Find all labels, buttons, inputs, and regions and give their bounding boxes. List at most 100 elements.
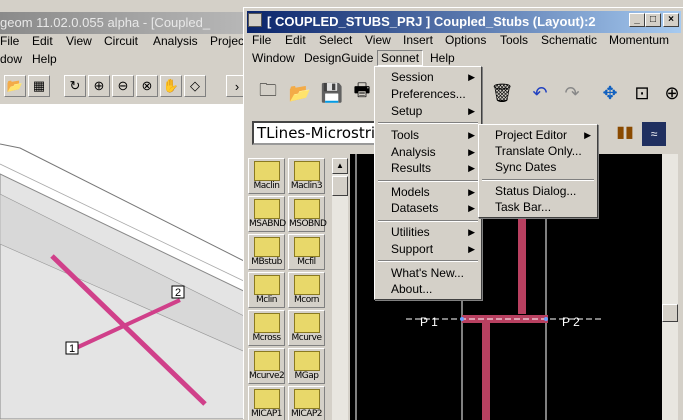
palette-mcorn[interactable]: Mcorn — [288, 272, 325, 308]
pan-hand-icon[interactable]: ✋ — [160, 75, 182, 97]
zoom-icon[interactable]: ⊕ — [657, 78, 683, 108]
curve2-icon — [253, 351, 280, 371]
palette-micap1[interactable]: MICAP1 — [248, 386, 285, 420]
menu-options[interactable]: Options — [442, 33, 489, 47]
submenu-item-sync-dates[interactable]: Sync Dates — [481, 159, 595, 176]
print-icon[interactable]: 🖶 — [347, 78, 377, 108]
menu-momentum[interactable]: Momentum — [606, 33, 672, 47]
menu-item-whats-new[interactable]: What's New... — [377, 265, 479, 282]
back-menu-project[interactable]: Projec — [210, 34, 244, 48]
palette-maclin[interactable]: Maclin — [248, 158, 285, 194]
submenu-arrow-icon: ▶ — [468, 163, 475, 173]
minimize-button[interactable]: _ — [629, 13, 645, 27]
menu-item-tools[interactable]: Tools ▶ — [377, 127, 479, 144]
palette-mbstub[interactable]: MBstub — [248, 234, 285, 270]
component-palette: Maclin Maclin3 MSABND MSOBND MBstub Mcfi… — [248, 158, 330, 420]
palette-library-select[interactable]: TLines-Microstrip — [252, 121, 378, 145]
gap-icon — [293, 351, 320, 371]
redo-icon[interactable]: ↷ — [557, 78, 587, 108]
3d-view-canvas[interactable]: 2 1 — [0, 104, 250, 419]
port-p1-label: P 1 — [420, 315, 438, 329]
back-menu-help[interactable]: Help — [32, 52, 57, 66]
bar-chart-icon[interactable]: ▮▮ — [610, 117, 640, 147]
layout-scrollbar[interactable] — [662, 154, 678, 420]
undo-icon[interactable]: ↶ — [525, 78, 555, 108]
menu-item-analysis[interactable]: Analysis ▶ — [377, 144, 479, 161]
close-button[interactable]: × — [663, 13, 679, 27]
delete-trash-icon[interactable]: 🗑 — [487, 78, 517, 108]
menu-help[interactable]: Help — [427, 51, 458, 65]
palette-maclin3[interactable]: Maclin3 — [288, 158, 325, 194]
palette-micap2[interactable]: MICAP2 — [288, 386, 325, 420]
menu-edit[interactable]: Edit — [282, 33, 309, 47]
coupled-line-icon — [253, 275, 280, 295]
tools-submenu: Project Editor ▶ Translate Only... Sync D… — [478, 124, 598, 218]
palette-msabnd[interactable]: MSABND — [248, 196, 286, 232]
curve-icon — [293, 313, 320, 333]
cube-view-icon[interactable]: ◇ — [184, 75, 206, 97]
palette-scrollbar[interactable]: ▲ — [332, 158, 348, 420]
save-icon[interactable]: 💾 — [317, 78, 347, 108]
layout-window-title[interactable]: [ COUPLED_STUBS_PRJ ] Coupled_Stubs (Lay… — [247, 11, 681, 33]
submenu-arrow-icon: ▶ — [584, 130, 591, 140]
open-folder-icon[interactable]: 📂 — [285, 78, 315, 108]
trace-stub-bottom — [482, 323, 490, 420]
scroll-thumb[interactable] — [332, 176, 348, 196]
open-folder-icon[interactable]: 📂 — [4, 75, 26, 97]
menu-item-results[interactable]: Results ▶ — [377, 160, 479, 177]
back-menu-circuit[interactable]: Circuit — [104, 34, 138, 48]
palette-mgap[interactable]: MGap — [288, 348, 325, 384]
back-window: geom 11.02.0.055 alpha - [Coupled_ File … — [0, 0, 250, 419]
menu-sonnet[interactable]: Sonnet — [377, 50, 424, 66]
menu-item-support[interactable]: Support ▶ — [377, 241, 479, 258]
palette-mcurve2[interactable]: Mcurve2 — [248, 348, 285, 384]
maximize-button[interactable]: □ — [645, 13, 661, 27]
menu-item-about[interactable]: About... — [377, 281, 479, 298]
back-menu-edit[interactable]: Edit — [32, 34, 53, 48]
menu-item-datasets[interactable]: Datasets ▶ — [377, 200, 479, 217]
back-menu-view[interactable]: View — [66, 34, 92, 48]
submenu-item-project-editor[interactable]: Project Editor ▶ — [481, 127, 595, 144]
zoom-area-icon[interactable]: ⊡ — [627, 78, 657, 108]
menu-select[interactable]: Select — [316, 33, 355, 47]
save-icon[interactable]: ▦ — [28, 75, 50, 97]
submenu-item-translate-only[interactable]: Translate Only... — [481, 143, 595, 160]
menu-view[interactable]: View — [362, 33, 394, 47]
move-arrows-icon[interactable]: ✥ — [595, 78, 625, 108]
menu-file[interactable]: File — [249, 33, 274, 47]
app-icon — [248, 13, 262, 27]
menu-schematic[interactable]: Schematic — [538, 33, 600, 47]
back-menu-file[interactable]: File — [0, 34, 19, 48]
submenu-arrow-icon: ▶ — [468, 244, 475, 254]
3d-substrate-view: 2 1 — [0, 143, 250, 419]
menu-designguide[interactable]: DesignGuide — [301, 51, 376, 65]
smith-chart-icon[interactable]: ≈ — [642, 122, 666, 146]
zoom-out-icon[interactable]: ⊖ — [112, 75, 134, 97]
layout-scroll-thumb[interactable] — [662, 304, 678, 322]
menu-item-preferences[interactable]: Preferences... — [377, 86, 479, 103]
new-folder-icon[interactable]: 🗀 — [253, 78, 283, 108]
zoom-fit-icon[interactable]: ⊗ — [136, 75, 158, 97]
menu-item-setup[interactable]: Setup ▶ — [377, 103, 479, 120]
back-window-title[interactable]: geom 11.02.0.055 alpha - [Coupled_ — [0, 12, 250, 34]
zoom-in-icon[interactable]: ⊕ — [88, 75, 110, 97]
submenu-arrow-icon: ▶ — [468, 72, 475, 82]
menu-tools[interactable]: Tools — [497, 33, 531, 47]
submenu-item-task-bar[interactable]: Task Bar... — [481, 199, 595, 216]
scroll-up-icon[interactable]: ▲ — [332, 158, 348, 174]
palette-msobnd[interactable]: MSOBND — [288, 196, 327, 232]
palette-mclin[interactable]: Mclin — [248, 272, 285, 308]
palette-mcross[interactable]: Mcross — [248, 310, 285, 346]
palette-mcurve[interactable]: Mcurve — [288, 310, 325, 346]
menu-item-models[interactable]: Models ▶ — [377, 184, 479, 201]
rotate-icon[interactable]: ↻ — [64, 75, 86, 97]
submenu-item-status-dialog[interactable]: Status Dialog... — [481, 183, 595, 200]
menu-window[interactable]: Window — [249, 51, 298, 65]
palette-mcfil[interactable]: Mcfil — [288, 234, 325, 270]
menu-item-utilities[interactable]: Utilities ▶ — [377, 224, 479, 241]
menu-separator — [378, 220, 478, 222]
menu-item-session[interactable]: Session ▶ — [377, 69, 479, 86]
back-menu-analysis[interactable]: Analysis — [153, 34, 198, 48]
back-menu-window[interactable]: dow — [0, 52, 22, 66]
menu-insert[interactable]: Insert — [400, 33, 436, 47]
